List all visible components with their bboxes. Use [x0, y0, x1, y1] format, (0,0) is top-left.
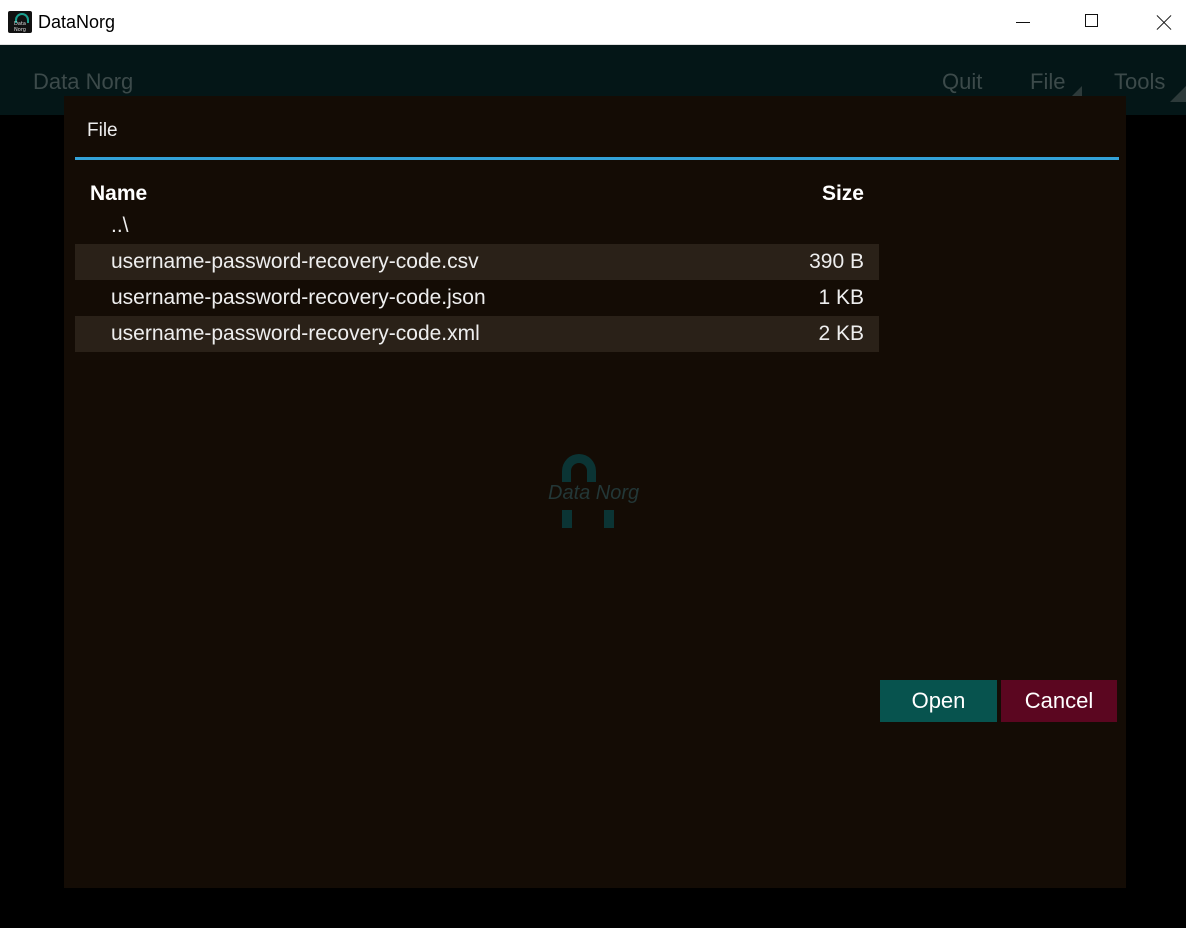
cancel-button[interactable]: Cancel: [1001, 680, 1117, 722]
file-size: 2 KB: [818, 322, 864, 345]
app-icon-text: Data Norg: [14, 21, 26, 33]
file-size: 1 KB: [818, 286, 864, 309]
column-header-name[interactable]: Name: [90, 182, 147, 206]
column-header-size[interactable]: Size: [794, 182, 864, 206]
file-size: 390 B: [809, 250, 864, 273]
watermark-leg-left: [562, 510, 572, 528]
file-name: username-password-recovery-code.xml: [111, 322, 480, 345]
watermark-text: Data Norg: [548, 482, 640, 504]
close-icon[interactable]: [1139, 0, 1185, 45]
window-title: DataNorg: [38, 12, 116, 32]
watermark-arch: [562, 454, 596, 482]
menu-file[interactable]: File: [1030, 69, 1065, 95]
minimize-icon[interactable]: [1000, 0, 1046, 45]
menu-tools[interactable]: Tools: [1114, 69, 1165, 95]
file-row-parent[interactable]: ..\: [75, 208, 879, 244]
file-row[interactable]: username-password-recovery-code.json 1 K…: [75, 280, 879, 316]
open-button[interactable]: Open: [880, 680, 997, 722]
maximize-icon[interactable]: [1069, 0, 1115, 45]
file-name: username-password-recovery-code.json: [111, 286, 486, 309]
file-name: username-password-recovery-code.csv: [111, 250, 479, 273]
tools-submenu-indicator-icon: [1170, 86, 1186, 102]
file-row[interactable]: username-password-recovery-code.xml 2 KB: [75, 316, 879, 352]
window-titlebar: Data Norg DataNorg: [0, 0, 1186, 45]
watermark-logo: Data Norg: [546, 452, 646, 532]
file-row[interactable]: username-password-recovery-code.csv 390 …: [75, 244, 879, 280]
menu-quit[interactable]: Quit: [942, 69, 982, 95]
app-brand: Data Norg: [33, 69, 134, 94]
file-name: ..\: [111, 214, 129, 237]
app-icon: Data Norg: [8, 11, 32, 33]
dialog-title: File: [87, 120, 118, 141]
watermark-leg-right: [604, 510, 614, 528]
dialog-title-divider: [75, 157, 1119, 160]
file-dialog: File Name Size ..\ username-password-rec…: [64, 96, 1126, 888]
